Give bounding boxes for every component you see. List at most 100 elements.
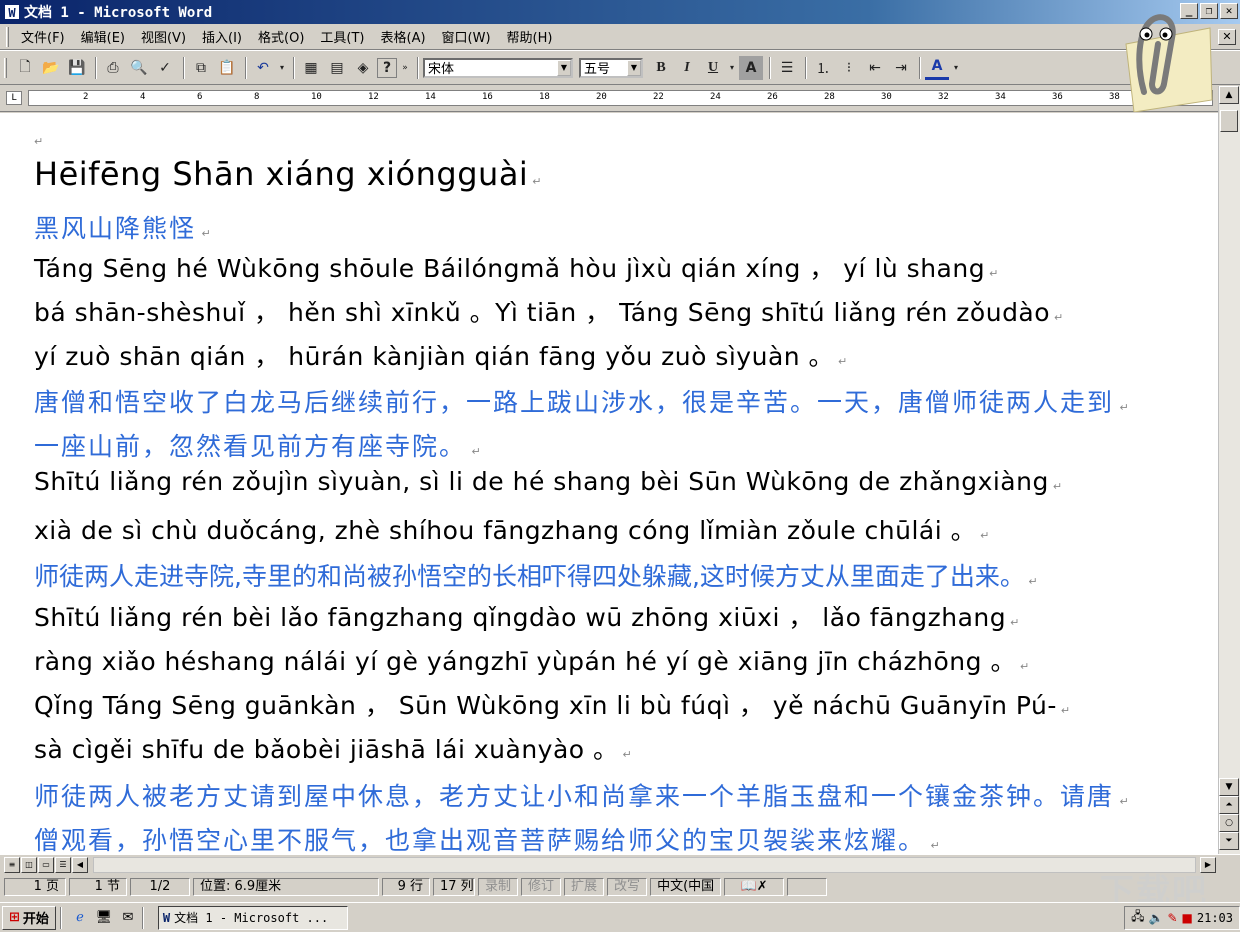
menu-view[interactable]: 视图(V) [135,25,192,48]
chevron-down-icon[interactable]: ▼ [557,59,571,76]
doc-title-chinese: 黑风山降熊怪 ↵ [34,214,213,243]
tab-selector[interactable]: L [6,91,22,105]
paragraph-mark: ↵ [925,839,942,852]
menu-help[interactable]: 帮助(H) [501,25,559,48]
ruler-scale[interactable]: 2 4 6 8 10 12 14 16 18 20 22 24 26 28 30 32 34 36 38 [28,90,1213,106]
taskbar-word-window[interactable]: W 文档 1 - Microsoft ... [157,905,348,930]
char-shading-button[interactable]: A [739,55,763,80]
separator [417,56,419,79]
network-icon[interactable]: 🖧 [1131,907,1144,928]
font-color-button[interactable]: A [925,56,949,80]
horizontal-scrollbar[interactable] [93,856,1196,873]
prev-page-icon[interactable]: ⏶ [1219,796,1239,814]
status-position: 位置: 6.9厘米 [193,878,379,896]
decrease-indent-icon[interactable]: ⇤ [863,56,887,80]
paragraph-mark: ↵ [34,135,44,148]
save-icon[interactable]: 💾 [65,56,89,80]
undo-icon[interactable]: ↶ [251,56,275,80]
menu-file[interactable]: 文件(F) [15,25,71,48]
open-folder-icon[interactable]: 📂 [39,56,63,80]
copy-icon[interactable]: ⧉ [189,56,213,80]
increase-indent-icon[interactable]: ⇥ [889,56,913,80]
print-view-icon[interactable]: ▭ [38,856,54,873]
browse-object-icon[interactable]: ○ [1219,814,1239,832]
bold-button[interactable]: B [649,56,673,80]
close-button[interactable]: ✕ [1220,3,1238,19]
print-icon[interactable]: ⎙ [101,56,125,80]
volume-icon[interactable]: 🔈 [1149,911,1164,925]
new-doc-icon[interactable]: 🗋 [13,56,37,80]
web-view-icon[interactable]: ◫ [21,856,37,873]
separator [95,56,97,79]
align-center-icon[interactable]: ☰ [775,56,799,80]
ruler-tick-label: 34 [995,92,1006,102]
paragraph-mark: ↵ [618,748,633,761]
underline-button[interactable]: U [701,56,725,80]
outline-view-icon[interactable]: ☰ [55,856,71,873]
menu-table[interactable]: 表格(A) [375,25,432,48]
ruler-tick-label: 36 [1052,92,1063,102]
doc-title-pinyin: Hēifēng Shān xiáng xióngguài ↵ [34,155,543,193]
status-overtype[interactable]: 改写 [607,878,648,896]
paragraph-mark: ↵ [528,175,543,188]
help-icon[interactable]: ? [377,57,397,78]
status-record[interactable]: 录制 [478,878,519,896]
ruler-tick-label: 18 [539,92,550,102]
ruler-tick-label: 24 [710,92,721,102]
p3-line-2: ràng xiǎo héshang nálái yí gè yángzhī yù… [34,647,1030,676]
spellcheck-icon[interactable]: ✓ [153,56,177,80]
paragraph-mark: ↵ [1015,660,1030,673]
font-name-select[interactable]: 宋体 ▼ [423,57,573,78]
start-label: 开始 [22,912,49,927]
ie-icon[interactable]: ℯ [70,908,90,928]
view-scroll-bar: ≡ ◫ ▭ ☰ ◀ ▶ [0,854,1240,874]
print-preview-icon[interactable]: 🔍 [127,56,151,80]
ime-icon[interactable]: ■ [1182,911,1193,925]
paragraph-mark: ↵ [985,267,999,280]
office-assistant-clippy[interactable] [1108,4,1216,113]
tables-borders-icon[interactable]: ▦ [299,56,323,80]
scroll-down-icon[interactable]: ▼ [1219,778,1239,796]
status-extend[interactable]: 扩展 [564,878,605,896]
undo-dropdown-icon[interactable]: ▾ [277,56,287,80]
insert-table-icon[interactable]: ▤ [325,56,349,80]
ruler-tick-label: 4 [140,92,146,102]
pen-icon[interactable]: ✎ [1167,911,1177,925]
menu-tools[interactable]: 工具(T) [314,25,370,48]
bullets-icon[interactable]: ⁝ [837,56,861,80]
window-title: 文档 1 - Microsoft Word [24,5,213,21]
menu-window[interactable]: 窗口(W) [436,25,497,48]
font-color-dropdown-icon[interactable]: ▾ [951,56,961,80]
scroll-left-icon[interactable]: ◀ [72,856,88,873]
desktop-icon[interactable]: 🖥 [94,908,114,928]
next-page-icon[interactable]: ⏷ [1219,832,1239,850]
toolbar-more-icon[interactable]: » [399,56,411,80]
menu-edit[interactable]: 编辑(E) [75,25,131,48]
font-size-select[interactable]: 五号 ▼ [579,57,643,78]
scroll-up-icon[interactable]: ▲ [1219,86,1239,104]
document-page[interactable]: ↵ Hēifēng Shān xiáng xióngguài ↵ 黑风山降熊怪 … [0,113,1218,854]
doc-close-button[interactable]: ✕ [1218,29,1236,45]
menu-insert[interactable]: 插入(I) [196,25,248,48]
font-name-value: 宋体 [428,62,455,77]
document-map-icon[interactable]: ◈ [351,56,375,80]
status-language: 中文(中国 [650,878,722,896]
separator [769,56,771,79]
paragraph-mark: ↵ [1050,311,1064,324]
taskbar-word-label: 文档 1 - Microsoft ... [174,911,329,925]
paste-icon[interactable]: 📋 [215,56,239,80]
menu-format[interactable]: 格式(O) [252,25,310,48]
outlook-icon[interactable]: ✉ [118,908,138,928]
normal-view-icon[interactable]: ≡ [4,856,20,873]
underline-dropdown-icon[interactable]: ▾ [727,56,737,80]
status-track-changes[interactable]: 修订 [521,878,562,896]
start-button[interactable]: ⊞ 开始 [2,905,56,930]
ruler-tick-label: 32 [938,92,949,102]
ruler-tick-label: 12 [368,92,379,102]
spelling-status-icon[interactable]: 📖✗ [724,878,785,896]
numbering-icon[interactable]: ⒈ [811,56,835,80]
vertical-scrollbar[interactable]: ▲ ▼ ⏶ ○ ⏷ [1218,86,1240,854]
italic-button[interactable]: I [675,56,699,80]
chevron-down-icon[interactable]: ▼ [627,59,641,76]
scroll-thumb[interactable] [1220,110,1238,132]
